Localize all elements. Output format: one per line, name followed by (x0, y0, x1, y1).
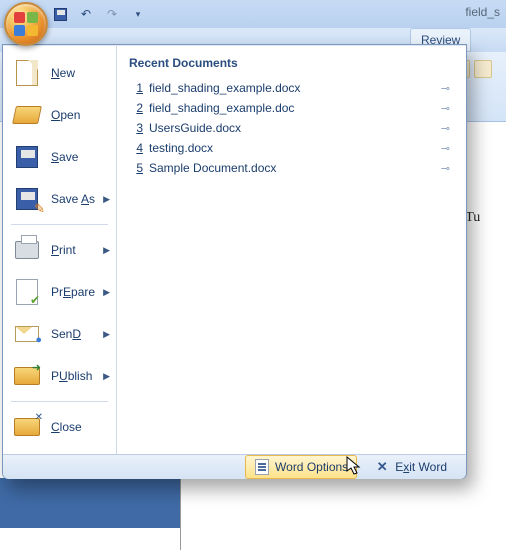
menu-item-close[interactable]: Close (3, 406, 116, 448)
submenu-arrow-icon: ▶ (103, 329, 110, 340)
button-label: Word Options (275, 460, 348, 474)
menu-item-save-as[interactable]: Save As ▶ (3, 178, 116, 220)
submenu-arrow-icon: ▶ (103, 245, 110, 256)
menu-item-label: Save (51, 150, 78, 164)
menu-item-publish[interactable]: PUblish ▶ (3, 355, 116, 397)
recent-index: 4 (129, 141, 143, 155)
save-disk-icon (13, 143, 41, 171)
recent-document-item[interactable]: 3 UsersGuide.docx ⊸ (127, 118, 456, 138)
recent-document-item[interactable]: 4 testing.docx ⊸ (127, 138, 456, 158)
menu-item-label: Close (51, 420, 82, 434)
menu-item-label: Save As (51, 192, 95, 206)
word-options-button[interactable]: Word Options (245, 455, 357, 479)
recent-filename: field_shading_example.doc (149, 101, 437, 115)
recent-index: 5 (129, 161, 143, 175)
recent-index: 3 (129, 121, 143, 135)
title-bar: ↶ ↷ ▾ field_s (0, 0, 506, 28)
print-icon (13, 236, 41, 264)
office-menu-footer: Word Options ✕ Exit Word (3, 454, 466, 479)
menu-item-label: PUblish (51, 369, 92, 383)
menu-item-label: Print (51, 243, 76, 257)
qat-undo-button[interactable]: ↶ (76, 4, 96, 24)
publish-icon (13, 362, 41, 390)
menu-item-new[interactable]: New (3, 52, 116, 94)
recent-filename: testing.docx (149, 141, 437, 155)
menu-item-label: New (51, 66, 75, 80)
qat-save-button[interactable] (50, 4, 70, 24)
recent-documents-header: Recent Documents (127, 54, 456, 78)
recent-filename: field_shading_example.docx (149, 81, 437, 95)
office-button[interactable] (4, 2, 48, 46)
submenu-arrow-icon: ▶ (103, 371, 110, 382)
office-menu: New Open Save Save As ▶ Print ▶ (2, 44, 467, 479)
pin-icon[interactable]: ⊸ (437, 162, 454, 175)
office-logo-icon (14, 12, 38, 36)
recent-filename: Sample Document.docx (149, 161, 437, 175)
menu-item-label: Open (51, 108, 80, 122)
recent-index: 1 (129, 81, 143, 95)
recent-document-item[interactable]: 5 Sample Document.docx ⊸ (127, 158, 456, 178)
button-label: Exit Word (395, 460, 447, 474)
pin-icon[interactable]: ⊸ (437, 82, 454, 95)
open-folder-icon (13, 101, 41, 129)
submenu-arrow-icon: ▶ (103, 287, 110, 298)
exit-x-icon: ✕ (374, 459, 390, 475)
window-title: field_s (465, 5, 500, 19)
pin-icon[interactable]: ⊸ (437, 122, 454, 135)
send-mail-icon (13, 320, 41, 348)
menu-item-save[interactable]: Save (3, 136, 116, 178)
menu-item-send[interactable]: SenD ▶ (3, 313, 116, 355)
options-icon (254, 459, 270, 475)
prepare-icon (13, 278, 41, 306)
close-folder-icon (13, 413, 41, 441)
recent-filename: UsersGuide.docx (149, 121, 437, 135)
pin-icon[interactable]: ⊸ (437, 142, 454, 155)
qat-customize-button[interactable]: ▾ (128, 4, 148, 24)
recent-document-item[interactable]: 2 field_shading_example.doc ⊸ (127, 98, 456, 118)
recent-document-item[interactable]: 1 field_shading_example.docx ⊸ (127, 78, 456, 98)
menu-item-prepare[interactable]: PrEpare ▶ (3, 271, 116, 313)
statusbar-fragment (0, 478, 180, 528)
qat-redo-button[interactable]: ↷ (102, 4, 122, 24)
exit-word-button[interactable]: ✕ Exit Word (365, 455, 456, 479)
recent-index: 2 (129, 101, 143, 115)
menu-item-print[interactable]: Print ▶ (3, 229, 116, 271)
recent-documents-panel: Recent Documents 1 field_shading_example… (117, 46, 466, 454)
ribbon-btn-indent[interactable] (474, 60, 492, 78)
save-as-icon (13, 185, 41, 213)
menu-item-label: SenD (51, 327, 81, 341)
submenu-arrow-icon: ▶ (103, 194, 110, 205)
menu-item-open[interactable]: Open (3, 94, 116, 136)
new-document-icon (13, 59, 41, 87)
office-menu-commands: New Open Save Save As ▶ Print ▶ (3, 46, 117, 454)
pin-icon[interactable]: ⊸ (437, 102, 454, 115)
menu-item-label: PrEpare (51, 285, 95, 299)
